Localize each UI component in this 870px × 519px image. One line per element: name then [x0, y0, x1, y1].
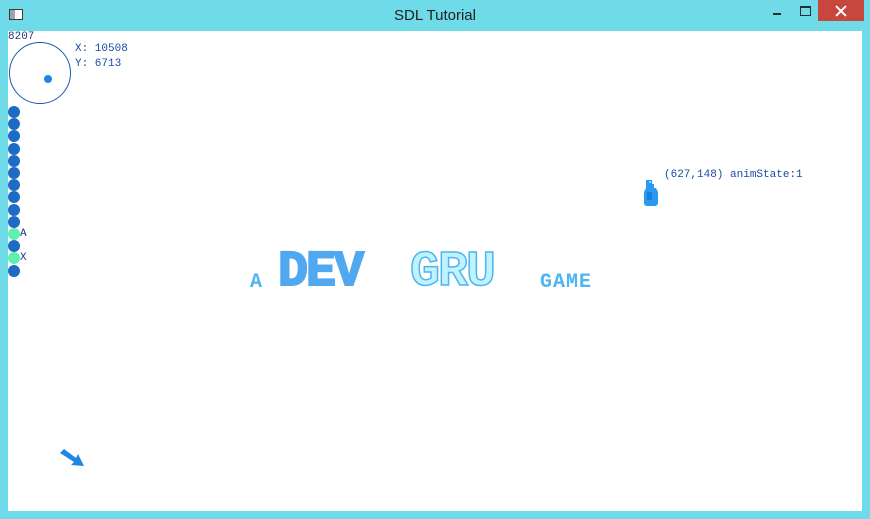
button-indicator: [8, 167, 20, 179]
maximize-button[interactable]: [792, 0, 818, 22]
direction-arrow-icon: [60, 449, 84, 466]
button-indicator-label: A: [20, 228, 27, 240]
logo-prefix: A: [250, 271, 262, 291]
button-indicator: [8, 143, 20, 155]
button-indicator: [8, 118, 20, 130]
devgru-logo: A DEV GRU GAME: [250, 247, 592, 291]
radar-circle: [9, 42, 71, 104]
logo-word-part2: GRU: [410, 247, 494, 291]
button-indicator: [8, 191, 20, 203]
app-window: SDL Tutorial 8207 X: 10508 Y: 6713 AX (6…: [0, 0, 870, 519]
button-indicator-label: X: [20, 252, 27, 264]
y-coordinate-readout: Y: 6713: [75, 58, 122, 70]
x-coordinate-readout: X: 10508: [75, 43, 128, 55]
radar-dot: [44, 75, 52, 83]
button-indicator: [8, 265, 20, 277]
player-sprite-icon: [644, 180, 658, 206]
button-indicator: [8, 216, 20, 228]
button-indicator: [8, 204, 20, 216]
logo-word-part1: DEV: [278, 247, 364, 291]
logo-suffix: GAME: [540, 271, 592, 291]
button-indicator: [8, 228, 20, 240]
button-indicator: [8, 252, 20, 264]
minimize-button[interactable]: [764, 0, 790, 22]
close-button[interactable]: [818, 0, 864, 21]
button-indicator: [8, 179, 20, 191]
button-indicator: [8, 106, 20, 118]
button-indicator: [8, 240, 20, 252]
player-debug-label: (627,148) animState:1: [664, 169, 803, 181]
title-bar[interactable]: SDL Tutorial: [0, 0, 870, 31]
window-title: SDL Tutorial: [394, 7, 476, 24]
frame-counter: 8207: [8, 31, 35, 43]
button-indicator: [8, 130, 20, 142]
button-indicator: [8, 155, 20, 167]
game-canvas[interactable]: 8207 X: 10508 Y: 6713 AX (627,148) animS…: [8, 31, 862, 511]
